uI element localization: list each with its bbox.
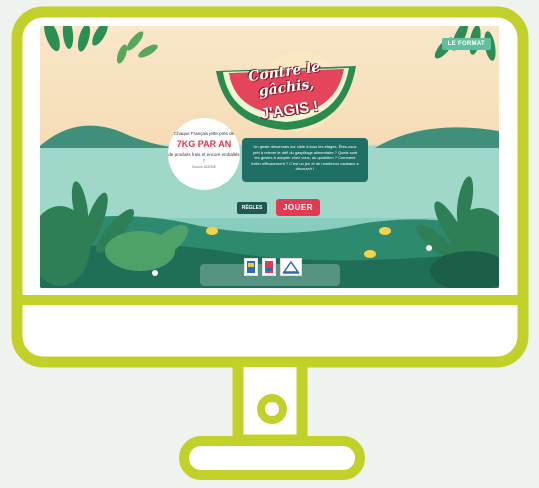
partner-logo-3[interactable] <box>280 258 302 276</box>
rules-button[interactable]: RÈGLES <box>237 202 267 214</box>
partner-logo-2[interactable] <box>262 258 276 276</box>
intro-text-box: Un geste désormais sur cible à tous les … <box>242 138 368 182</box>
bubble-amount: 7KG PAR AN <box>176 138 232 149</box>
bubble-outro: de produits frais et encore emballés ! <box>168 151 240 163</box>
play-button[interactable]: JOUER <box>276 199 320 216</box>
bubble-intro: Chaque Français jette près de <box>173 131 235 136</box>
bubble-source: Source ADEME <box>191 165 217 170</box>
corner-menu-button[interactable]: LE FORMAT <box>441 38 491 50</box>
monitor-screen: LE FORMAT Contre le gâchis, J'AGIS ! Cha… <box>40 26 499 288</box>
partner-logo-1[interactable] <box>244 258 258 276</box>
stat-speech-bubble: Chaque Français jette près de 7KG PAR AN… <box>168 118 240 190</box>
intro-text: Un geste désormais sur cible à tous les … <box>251 144 359 172</box>
